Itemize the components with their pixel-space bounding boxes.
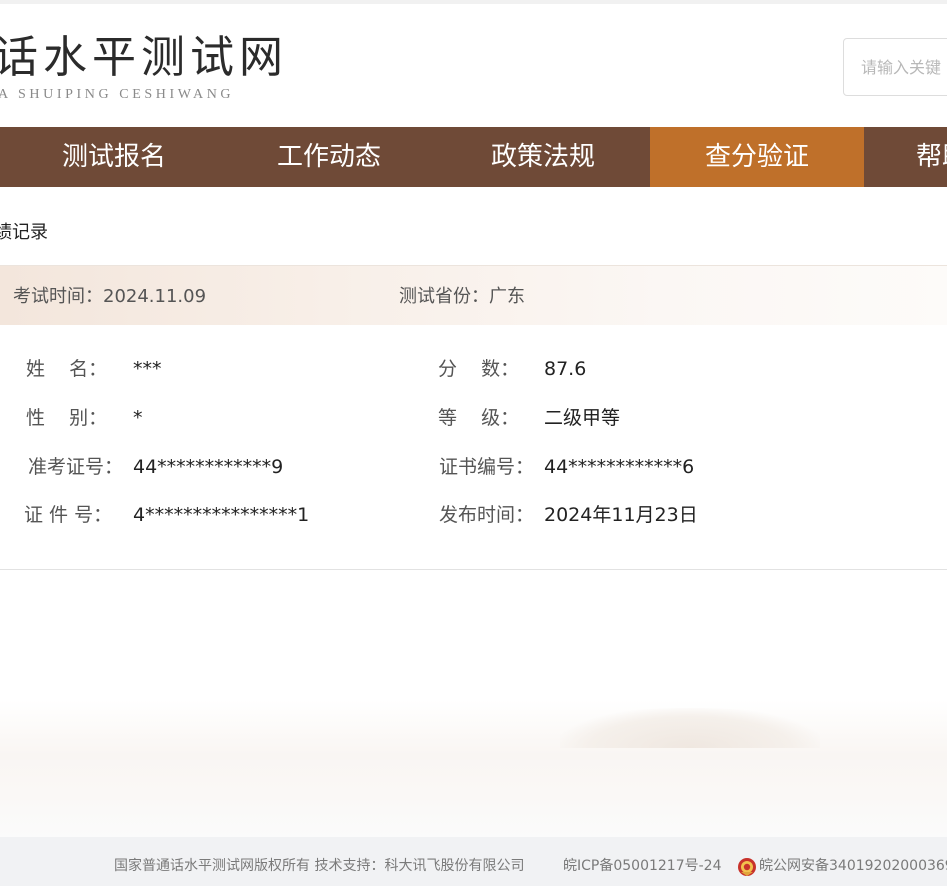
grade-label: 等 级： [438, 407, 520, 429]
admission-no-value: 44************9 [133, 456, 284, 478]
nav-item-help[interactable]: 帮助 [864, 127, 947, 187]
admission-no-label: 准考证号： [28, 456, 124, 478]
gender-label: 性 别： [26, 407, 108, 429]
search-input[interactable] [843, 38, 947, 96]
publish-date-value: 2024年11月23日 [544, 504, 698, 526]
record-details: 姓 名： *** 性 别： * 准考证号： 44************9 证 … [0, 325, 947, 570]
site-logo-pinyin: A SHUIPING CESHIWANG [0, 87, 235, 102]
ink-hill-decoration [560, 708, 820, 748]
gender-value: * [133, 407, 143, 429]
exam-time-value: 2024.11.09 [103, 286, 207, 307]
certificate-no-value: 44************6 [544, 456, 695, 478]
top-strip [0, 0, 947, 4]
exam-time-label: 考试时间： [13, 286, 103, 307]
site-logo-title[interactable]: 话水平测试网 [0, 30, 288, 86]
score-label: 分 数： [438, 358, 520, 380]
main-nav: 测试报名 工作动态 政策法规 查分验证 帮助 [0, 127, 947, 187]
police-badge-icon [738, 858, 756, 876]
nav-item-score-check[interactable]: 查分验证 [650, 127, 864, 187]
footer-icp-link[interactable]: 皖ICP备05001217号-24 [563, 837, 721, 886]
id-no-label: 证 件 号： [24, 504, 113, 526]
name-value: *** [133, 358, 162, 380]
grade-value: 二级甲等 [544, 407, 621, 429]
name-label: 姓 名： [26, 358, 108, 380]
footer: 国家普通话水平测试网版权所有 技术支持：科大讯飞股份有限公司 皖ICP备0500… [0, 837, 947, 886]
province-field: 测试省份：广东 [399, 266, 525, 326]
nav-item-registration[interactable]: 测试报名 [7, 127, 221, 187]
certificate-no-label: 证书编号： [439, 456, 535, 478]
nav-item-work-news[interactable]: 工作动态 [222, 127, 436, 187]
exam-time-field: 考试时间：2024.11.09 [13, 266, 206, 326]
record-header: 考试时间：2024.11.09 测试省份：广东 [0, 265, 947, 325]
nav-item-policies[interactable]: 政策法规 [436, 127, 650, 187]
province-value: 广东 [489, 286, 525, 307]
section-title: 绩记录 [0, 222, 48, 243]
footer-copyright: 国家普通话水平测试网版权所有 技术支持：科大讯飞股份有限公司 [114, 858, 525, 874]
publish-date-label: 发布时间： [439, 504, 535, 526]
province-label: 测试省份： [399, 286, 489, 307]
id-no-value: 4****************1 [133, 504, 310, 526]
page: 话水平测试网 A SHUIPING CESHIWANG 测试报名 工作动态 政策… [0, 0, 947, 886]
footer-police-record-link[interactable]: 皖公网安备34019202000369 [759, 837, 947, 886]
score-value: 87.6 [544, 358, 587, 380]
